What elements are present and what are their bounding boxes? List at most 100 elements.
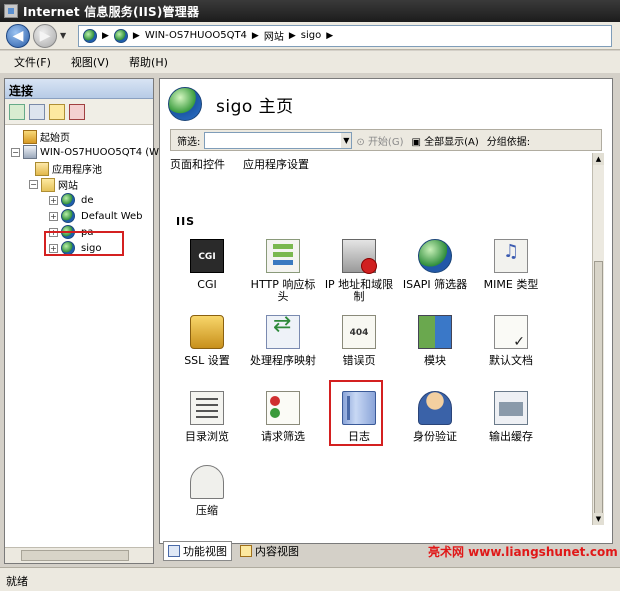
menu-bar: 文件(F) 视图(V) 帮助(H) [0,51,620,73]
view-tabs: 功能视图 内容视图 [163,541,307,561]
up-folder-icon[interactable] [49,103,65,120]
iis-section-title: IIS [176,215,196,228]
breadcrumb-sites[interactable]: 网站 [264,28,284,43]
compression-icon [190,465,224,499]
feature-label: 模块 [424,354,446,367]
tree-server[interactable]: − WIN-OS7HUOO5QT4 (W [11,145,159,159]
collapse-icon[interactable]: − [29,180,38,189]
filter-input[interactable]: ▼ [204,131,353,149]
tree-sites[interactable]: − 网站 [29,177,78,192]
tree-start-page[interactable]: 起始页 [23,129,70,144]
feature-mime-types[interactable]: MIME 类型 [474,239,548,291]
app-settings-item[interactable]: 应用程序设置 [243,158,309,171]
back-button[interactable]: ◀ [6,23,30,48]
tree-site-label: Default Web [81,210,143,222]
features-view-icon [168,545,180,557]
history-dropdown[interactable]: ▼ [60,31,70,40]
chevron-right-icon[interactable]: ▶ [133,31,140,41]
expand-icon[interactable]: + [49,195,58,205]
chevron-right-icon[interactable]: ▶ [289,31,296,41]
scroll-thumb[interactable] [594,261,603,523]
features-vscroll[interactable]: ▲ ▼ [592,153,604,525]
menu-view[interactable]: 视图(V) [71,54,109,70]
breadcrumb-sigo[interactable]: sigo [301,30,321,41]
feature-request-filtering[interactable]: 请求筛选 [246,391,320,443]
chevron-right-icon[interactable]: ▶ [252,31,259,41]
forward-button[interactable]: ▶ [33,23,57,48]
tab-features-label: 功能视图 [183,545,227,558]
watermark: 亮术网 www.liangshunet.com [428,545,618,559]
scroll-thumb[interactable] [21,550,129,561]
tab-content-view[interactable]: 内容视图 [236,542,303,560]
ssl-settings-icon [190,315,224,349]
scroll-up-icon[interactable]: ▲ [593,153,604,165]
chevron-right-icon[interactable]: ▶ [102,31,109,41]
site-globe-icon [168,87,202,121]
feature-label: 压缩 [196,504,218,517]
chevron-right-icon[interactable]: ▶ [326,31,333,41]
tree-site-label: de [81,194,94,206]
feature-handler-mappings[interactable]: 处理程序映射 [246,315,320,367]
collapse-icon[interactable]: − [11,147,20,157]
filter-dropdown-icon[interactable]: ▼ [341,132,352,148]
feature-cgi[interactable]: CGI CGI [170,239,244,291]
connections-toolbar [5,99,153,125]
feature-http-headers[interactable]: HTTP 响应标头 [246,239,320,303]
root-globe-icon [83,28,97,43]
feature-compression[interactable]: 压缩 [170,465,244,517]
tree-sites-label: 网站 [58,181,78,192]
breadcrumb-server[interactable]: WIN-OS7HUOO5QT4 [145,30,247,41]
http-response-headers-icon [266,239,300,273]
start-page-icon [23,129,37,144]
feature-ssl[interactable]: SSL 设置 [170,315,244,367]
feature-label: 处理程序映射 [250,354,316,367]
group-by-label[interactable]: 分组依据: [487,133,530,148]
menu-help[interactable]: 帮助(H) [129,54,168,70]
tree-site-de[interactable]: + de [49,193,94,207]
tree-server-label: WIN-OS7HUOO5QT4 (W [40,146,160,158]
tree-site-default[interactable]: + Default Web [49,209,143,223]
feature-authentication[interactable]: 身份验证 [398,391,472,443]
start-filter-label: 开始(G) [367,136,404,148]
authentication-icon [418,391,452,425]
connections-title: 连接 [5,79,153,99]
feature-default-document[interactable]: 默认文档 [474,315,548,367]
feature-label: 目录浏览 [185,430,229,443]
top-items-row: 页面和控件 应用程序设置 [170,158,327,171]
feature-label: CGI [197,278,217,291]
highlight-box-logging [329,380,383,446]
tab-features-view[interactable]: 功能视图 [163,541,232,561]
iis-manager-icon [4,4,18,18]
feature-label: IP 地址和域限制 [324,278,394,303]
feature-modules[interactable]: 模块 [398,315,472,367]
feature-label: MIME 类型 [483,278,539,291]
connect-icon[interactable] [9,103,25,120]
address-path[interactable]: ▶ ▶ WIN-OS7HUOO5QT4 ▶ 网站 ▶ sigo ▶ [78,24,612,47]
features-pane: sigo 主页 筛选: ▼ ⊙ 开始(G) ▣ 全部显示(A) 分组依据: 页面… [159,78,613,544]
title-bar: Internet 信息服务(IIS)管理器 [0,0,620,22]
pages-controls-item[interactable]: 页面和控件 [170,158,225,171]
start-filter-button[interactable]: ⊙ 开始(G) [356,133,403,148]
connections-hscroll[interactable] [5,547,153,563]
feature-directory-browsing[interactable]: 目录浏览 [170,391,244,443]
feature-label: 输出缓存 [489,430,533,443]
save-icon[interactable] [29,103,45,120]
feature-output-caching[interactable]: 输出缓存 [474,391,548,443]
show-all-button[interactable]: ▣ 全部显示(A) [412,133,479,148]
scroll-down-icon[interactable]: ▼ [593,513,604,525]
menu-file[interactable]: 文件(F) [14,54,51,70]
page-title: sigo 主页 [216,96,294,117]
feature-isapi-filters[interactable]: ISAPI 筛选器 [398,239,472,291]
disconnect-icon[interactable] [69,103,85,120]
feature-ip-restrictions[interactable]: IP 地址和域限制 [322,239,396,303]
output-caching-icon [494,391,528,425]
isapi-filters-icon [418,239,452,273]
address-bar: ◀ ▶ ▼ ▶ ▶ WIN-OS7HUOO5QT4 ▶ 网站 ▶ sigo ▶ [0,22,620,50]
feature-error-pages[interactable]: 404 错误页 [322,315,396,367]
feature-label: ISAPI 筛选器 [402,278,468,291]
site-globe-icon [61,209,75,223]
site-globe-icon [61,193,75,207]
tree-app-pools[interactable]: 应用程序池 [35,161,102,176]
expand-icon[interactable]: + [49,211,58,221]
mime-types-icon [494,239,528,273]
